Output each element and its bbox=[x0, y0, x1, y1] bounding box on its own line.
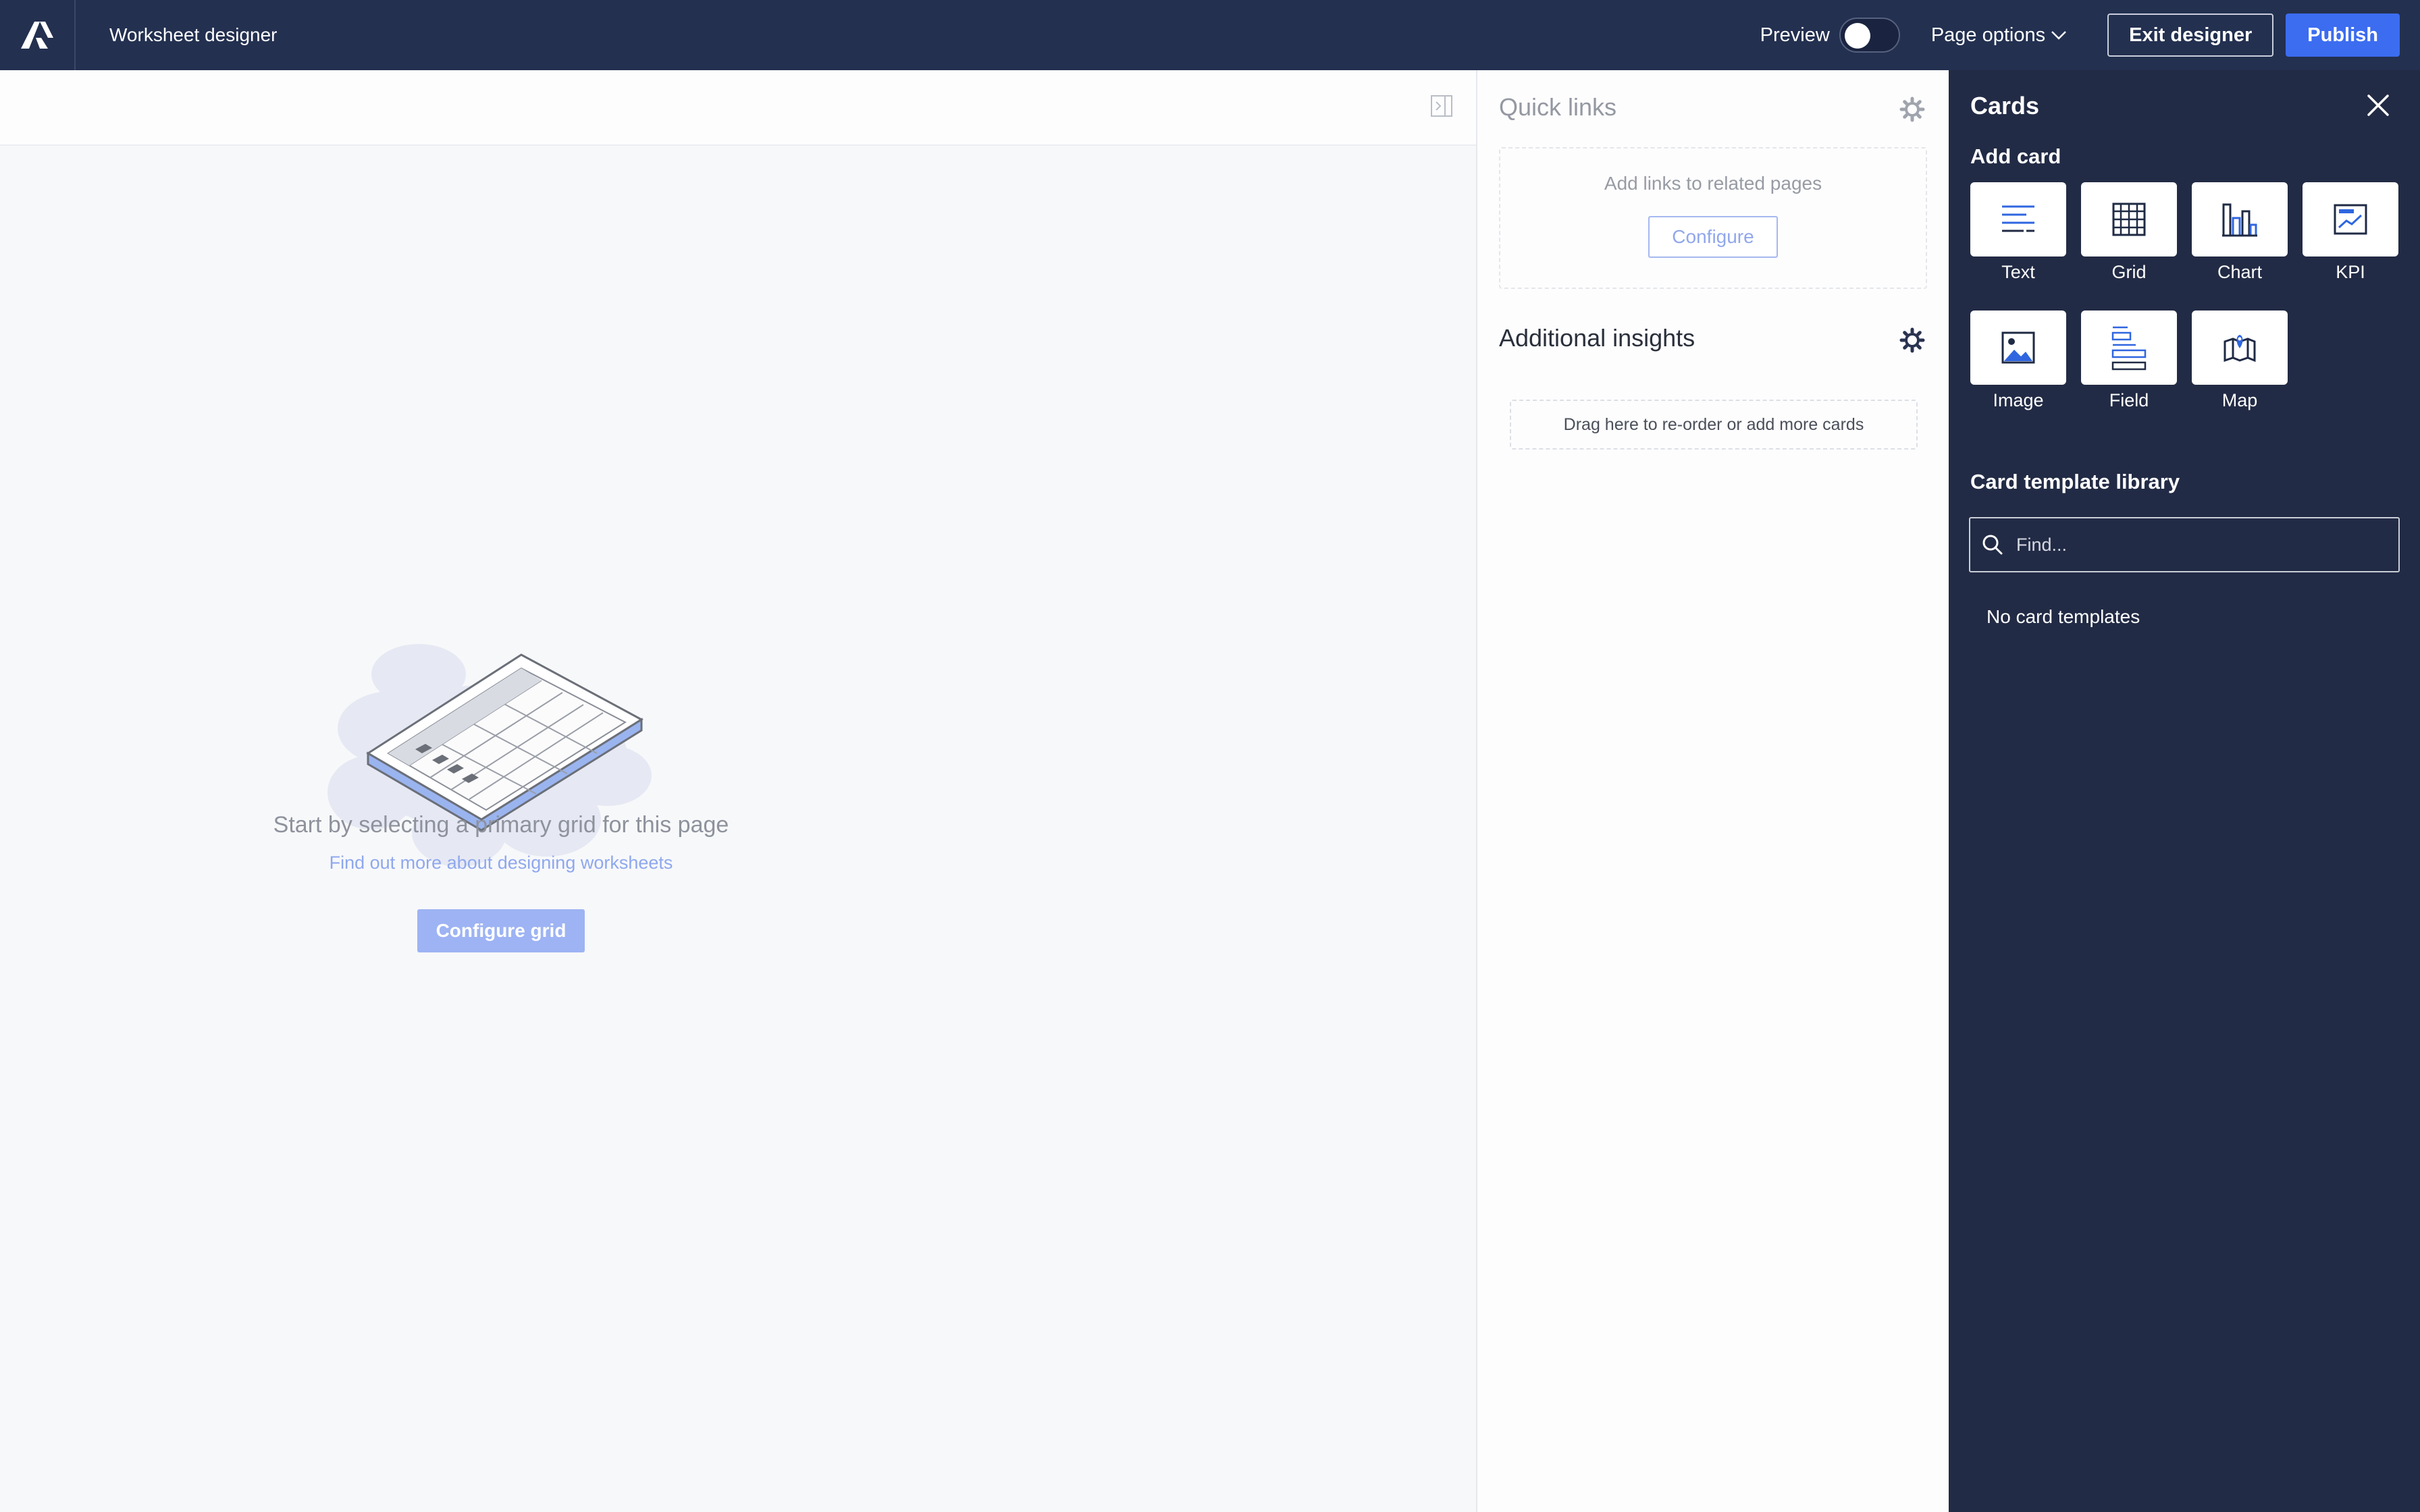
add-card-title: Add card bbox=[1970, 144, 2061, 168]
quick-links-gear-icon[interactable] bbox=[1899, 96, 1926, 123]
card-tile-label: Map bbox=[2221, 390, 2258, 410]
cards-panel-title: Cards bbox=[1970, 92, 2040, 119]
image-icon bbox=[2001, 331, 2035, 364]
app-title: Worksheet designer bbox=[109, 24, 278, 45]
card-tile-box bbox=[2192, 182, 2288, 256]
cards-panel: Cards Add card Text Grid Chart KPI Image… bbox=[1949, 70, 2420, 1512]
text-icon bbox=[2002, 205, 2034, 232]
card-template-library-title: Card template library bbox=[1970, 470, 2180, 493]
card-tile-label: Grid bbox=[2111, 262, 2147, 282]
quick-links-title: Quick links bbox=[1499, 93, 1617, 121]
additional-insights-gear-icon[interactable] bbox=[1899, 327, 1926, 354]
logo-icon bbox=[21, 22, 53, 49]
preview-toggle[interactable] bbox=[1839, 18, 1900, 53]
card-tile-field[interactable]: Field bbox=[2081, 310, 2177, 411]
card-tile-box bbox=[1970, 310, 2066, 385]
exit-designer-button[interactable]: Exit designer bbox=[2107, 14, 2274, 57]
card-tile-label: Image bbox=[1993, 390, 2044, 410]
chevron-down-icon bbox=[2051, 31, 2067, 40]
map-icon bbox=[2224, 335, 2256, 362]
card-tile-image[interactable]: Image bbox=[1970, 310, 2066, 411]
page-options-menu[interactable]: Page options bbox=[1931, 24, 2067, 47]
app-logo[interactable] bbox=[0, 0, 76, 70]
kpi-icon bbox=[2334, 204, 2367, 235]
learn-more-link[interactable]: Find out more about designing worksheets bbox=[0, 853, 1002, 873]
no-templates-message: No card templates bbox=[1987, 606, 2140, 627]
card-tile-box bbox=[2081, 182, 2177, 256]
page-options-label: Page options bbox=[1930, 24, 2046, 46]
card-tile-map[interactable]: Map bbox=[2192, 310, 2288, 411]
card-tile-kpi[interactable]: KPI bbox=[2303, 182, 2398, 283]
card-drop-zone[interactable]: Drag here to re-order or add more cards bbox=[1510, 400, 1918, 450]
card-tile-grid[interactable]: Grid bbox=[2081, 182, 2177, 283]
collapse-panel-icon[interactable] bbox=[1430, 94, 1453, 117]
card-tile-box bbox=[2192, 310, 2288, 385]
additional-insights-title: Additional insights bbox=[1499, 324, 1695, 352]
insights-column: Quick links Add links to related pages C… bbox=[1476, 70, 1949, 1512]
canvas-header bbox=[0, 70, 1476, 146]
empty-state-title: Start by selecting a primary grid for th… bbox=[273, 812, 729, 838]
card-tile-text[interactable]: Text bbox=[1970, 182, 2066, 283]
publish-button[interactable]: Publish bbox=[2286, 14, 2400, 57]
card-tile-box bbox=[2303, 182, 2398, 256]
toggle-knob bbox=[1844, 23, 1870, 49]
template-search-input[interactable] bbox=[2016, 534, 2394, 556]
configure-grid-button[interactable]: Configure grid bbox=[417, 909, 585, 952]
worksheet-canvas: Start by selecting a primary grid for th… bbox=[0, 70, 1476, 1512]
top-bar: Worksheet designer Preview Page options … bbox=[0, 0, 2420, 70]
grid-icon bbox=[2112, 202, 2146, 236]
card-tile-label: Chart bbox=[2217, 262, 2263, 282]
card-tile-label: KPI bbox=[2336, 262, 2365, 282]
card-tile-box bbox=[1970, 182, 2066, 256]
preview-label: Preview bbox=[1760, 24, 1830, 46]
close-icon[interactable] bbox=[2363, 90, 2393, 120]
quick-links-text: Add links to related pages bbox=[1604, 173, 1822, 194]
quick-links-box: Add links to related pages Configure bbox=[1499, 147, 1927, 289]
configure-links-button[interactable]: Configure bbox=[1648, 216, 1778, 258]
card-tile-label: Field bbox=[2109, 390, 2149, 410]
search-icon bbox=[1982, 535, 2003, 555]
template-search-box[interactable] bbox=[1969, 517, 2400, 572]
field-icon bbox=[2111, 326, 2147, 371]
card-tile-chart[interactable]: Chart bbox=[2192, 182, 2288, 283]
chart-icon bbox=[2222, 203, 2257, 237]
card-tile-label: Text bbox=[2001, 262, 2035, 282]
card-tile-box bbox=[2081, 310, 2177, 385]
